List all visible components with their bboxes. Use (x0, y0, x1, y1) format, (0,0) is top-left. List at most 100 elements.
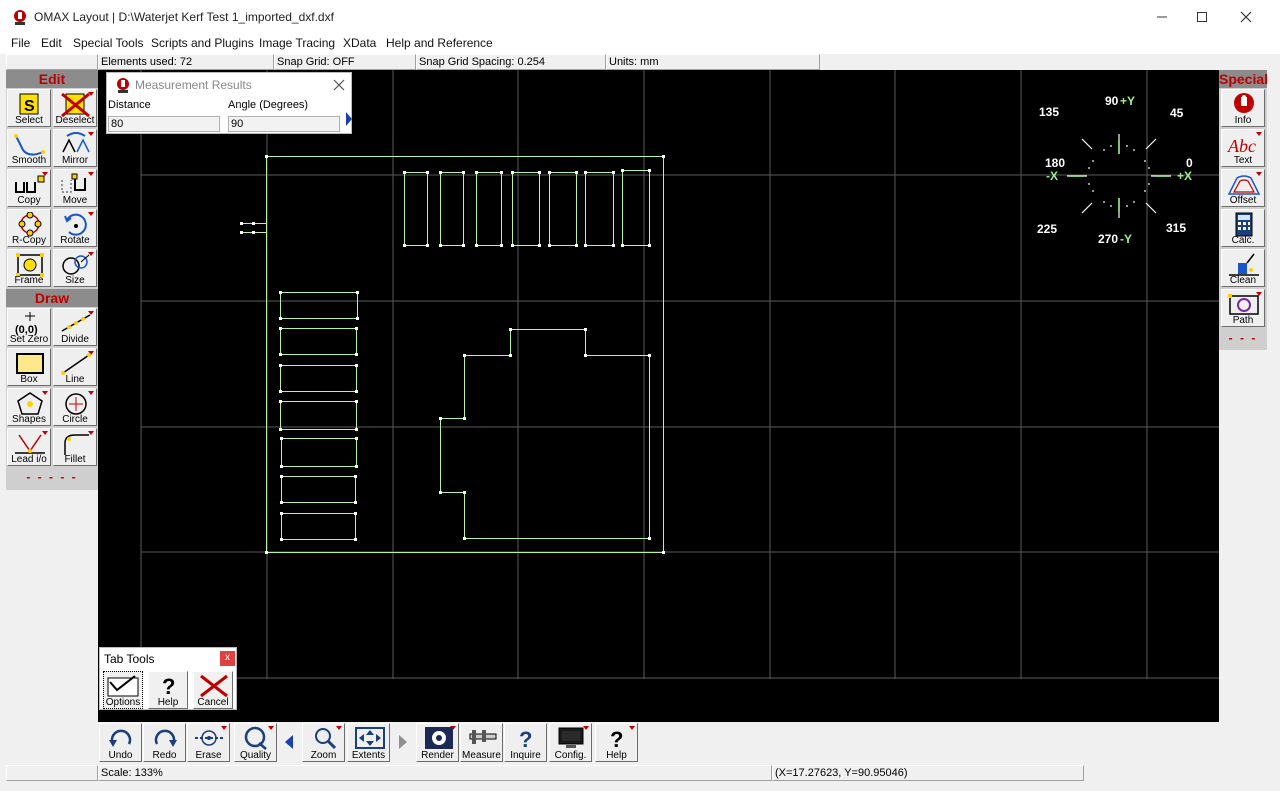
box-tool[interactable]: Box (7, 348, 51, 386)
line-tool[interactable]: Line (53, 348, 97, 386)
rotate-tool-label: Rotate (60, 235, 90, 246)
fillet-tool[interactable]: Fillet (53, 428, 97, 466)
deselect-tool[interactable]: Deselect (53, 89, 97, 127)
extents-button[interactable]: Extents (347, 723, 390, 762)
erase-button[interactable]: Erase (187, 723, 230, 762)
menu-scripts-and-plugins[interactable]: Scripts and Plugins (151, 36, 254, 50)
special-header: Special (1219, 70, 1269, 88)
mirror-tool-label: Mirror (61, 155, 89, 166)
slot-h3 (280, 365, 357, 392)
inquire-button[interactable]: ? Inquire (504, 723, 547, 762)
help-question-icon: ? (610, 727, 623, 750)
canvas-drawing[interactable]: 90 +Y 45 0 +X 180 -X 135 225 270 -Y 315 (98, 70, 1219, 722)
slot-h7 (281, 513, 356, 540)
maximize-icon (1197, 12, 1207, 22)
zoom-button[interactable]: Zoom (302, 723, 345, 762)
slot-v5 (549, 172, 577, 246)
calc-tool[interactable]: Calc. (1221, 209, 1265, 247)
minimize-button[interactable] (1140, 4, 1184, 30)
line-tool-label: Line (65, 374, 85, 385)
menu-xdata[interactable]: XData (343, 36, 376, 50)
render-button[interactable]: Render (416, 723, 459, 762)
slot-v1 (404, 172, 428, 246)
measurement-close-icon[interactable] (333, 79, 345, 91)
tab-help-button[interactable]: ? Help (148, 671, 188, 709)
tab-tools-close-button[interactable]: x (220, 651, 235, 666)
title-bar: OMAX Layout | D:\Waterjet Kerf Test 1_im… (0, 0, 1280, 34)
measurement-title: Measurement Results (135, 78, 252, 92)
measure-button[interactable]: Measure (460, 723, 503, 762)
rotate-tool[interactable]: Rotate (53, 209, 97, 247)
quality-button[interactable]: Quality (234, 723, 277, 762)
clean-tool-label: Clean (1229, 275, 1257, 286)
tab-options-button[interactable]: Options (103, 671, 143, 709)
angle-value-field[interactable]: 90 (228, 116, 340, 132)
lead-io-tool[interactable]: Lead i/o (7, 428, 51, 466)
tab-tools-title: Tab Tools (104, 652, 155, 666)
compass-label-135: 135 (1039, 105, 1059, 119)
offset-tool[interactable]: Offset (1221, 169, 1265, 207)
slot-h1 (280, 292, 358, 319)
compass-label-225: 225 (1037, 222, 1057, 236)
measure-caliper-icon (469, 730, 497, 744)
close-button[interactable] (1224, 4, 1268, 30)
left-more-tools[interactable]: - - - - - (6, 470, 98, 484)
shapes-tool[interactable]: Shapes (7, 388, 51, 426)
tab-cancel-label: Cancel (197, 697, 229, 708)
status-cursor-coords: (X=17.27623, Y=90.95046) (772, 765, 1084, 781)
undo-label: Undo (108, 750, 133, 761)
size-tool[interactable]: Size (53, 249, 97, 287)
toolbar-scroll-right-icon[interactable] (398, 734, 408, 750)
text-tool[interactable]: Abc Text (1221, 129, 1265, 167)
move-tool[interactable]: Move (53, 169, 97, 207)
measurement-app-icon (117, 78, 129, 93)
set-zero-tool[interactable]: (0,0) Set Zero (7, 308, 51, 346)
text-tool-label: Text (1233, 155, 1253, 166)
config-button[interactable]: Config. (549, 723, 592, 762)
compass-label-plus-x: +X (1177, 169, 1192, 183)
copy-tool[interactable]: Copy (7, 169, 51, 207)
circle-tool[interactable]: Circle (53, 388, 97, 426)
menu-edit[interactable]: Edit (41, 36, 62, 50)
info-tool[interactable]: Info (1221, 89, 1265, 127)
smooth-tool[interactable]: Smooth (7, 129, 51, 167)
redo-button[interactable]: Redo (143, 723, 186, 762)
distance-value-field[interactable]: 80 (108, 116, 220, 132)
menu-file[interactable]: File (11, 36, 30, 50)
mirror-tool[interactable]: Mirror (53, 129, 97, 167)
drawing-canvas[interactable]: 90 +Y 45 0 +X 180 -X 135 225 270 -Y 315 (98, 70, 1219, 722)
right-more-tools[interactable]: - - - (1219, 331, 1267, 345)
divide-tool[interactable]: Divide (53, 308, 97, 346)
slot-v4 (512, 172, 540, 246)
window-right-edge (1267, 54, 1280, 784)
erase-label: Erase (195, 750, 222, 761)
frame-tool[interactable]: Frame (7, 249, 51, 287)
compass-label-minus-x: -X (1046, 169, 1058, 183)
path-tool[interactable]: Path (1221, 289, 1265, 327)
clean-tool[interactable]: Clean (1221, 249, 1265, 287)
measurement-results-panel: Measurement Results Distance 80 Angle (D… (106, 72, 352, 134)
menu-image-tracing[interactable]: Image Tracing (259, 36, 335, 50)
status-snap-grid: Snap Grid: OFF (274, 54, 416, 70)
distance-label: Distance (108, 99, 151, 111)
part-geometry[interactable] (241, 156, 664, 553)
svg-text:?: ? (162, 674, 175, 698)
calc-tool-label: Calc. (1231, 235, 1255, 246)
tab-cancel-button[interactable]: Cancel (193, 671, 233, 709)
options-checkmark-icon (107, 675, 139, 697)
r-copy-tool-label: R-Copy (12, 235, 46, 246)
r-copy-tool[interactable]: R-Copy (7, 209, 51, 247)
close-icon (1240, 11, 1252, 23)
help-button[interactable]: ? Help (595, 723, 638, 762)
menu-help-and-reference[interactable]: Help and Reference (386, 36, 493, 50)
select-tool[interactable]: S Select (7, 89, 51, 127)
info-tool-label: Info (1234, 115, 1252, 126)
help-question-icon: ? (162, 674, 175, 698)
config-label: Config. (554, 750, 587, 761)
menu-special-tools[interactable]: Special Tools (73, 36, 144, 50)
status-snap-grid-spacing: Snap Grid Spacing: 0.254 (416, 54, 606, 70)
maximize-button[interactable] (1180, 4, 1224, 30)
undo-button[interactable]: Undo (99, 723, 142, 762)
measurement-arrow-right-icon[interactable] (345, 111, 353, 127)
toolbar-scroll-left-icon[interactable] (284, 734, 294, 750)
